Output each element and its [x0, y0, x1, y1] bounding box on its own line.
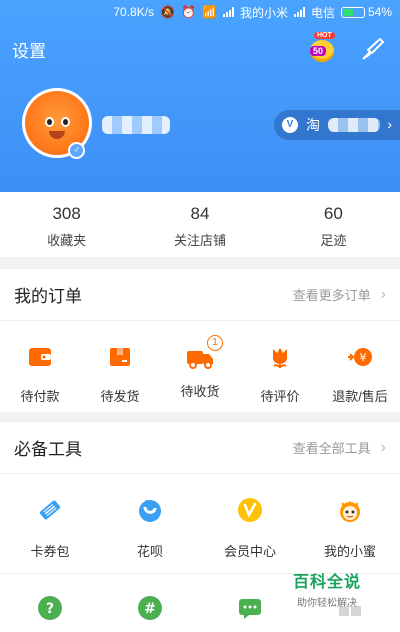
stat-value: 308: [52, 204, 81, 223]
package-icon: [110, 348, 130, 366]
orders-more-text: 查看更多订单: [292, 288, 371, 303]
watermark-subtitle: 助你轻松解决: [297, 598, 357, 609]
tool-label: 我的小蜜: [323, 544, 376, 559]
tools-row: 卡券包 花呗 会员中心 我的小蜜: [0, 474, 400, 574]
watermark-title: 百科全说: [292, 574, 361, 591]
alarm-icon: ⏰: [181, 5, 196, 19]
stat-value: 60: [323, 204, 343, 223]
stat-label: 足迹: [320, 233, 347, 248]
stat-label: 收藏夹: [47, 233, 87, 248]
svg-text:¥: ¥: [360, 351, 367, 364]
order-label: 待发货: [100, 389, 140, 404]
tool-huabei[interactable]: 花呗: [100, 474, 200, 573]
assistant-icon: [340, 501, 360, 522]
tools-more-text: 查看全部工具: [292, 441, 371, 456]
tool-topic[interactable]: #: [100, 574, 200, 632]
stat-label: 关注店铺: [173, 233, 226, 248]
wallet-icon: [29, 348, 51, 366]
receipt-count-badge: 1: [207, 335, 223, 351]
username-blurred: [102, 116, 170, 134]
order-label: 待付款: [20, 389, 60, 404]
help-icon: ?: [38, 596, 62, 620]
chevron-right-icon: ›: [380, 438, 386, 456]
net-speed: 70.8K/s: [113, 5, 155, 19]
order-status-row: 待付款 待发货 1 待收货 待评价 ¥ 退款/售后: [0, 321, 400, 409]
order-pending-receipt[interactable]: 1 待收货: [160, 321, 240, 409]
hashtag-icon: #: [138, 596, 162, 620]
tool-help[interactable]: ?: [0, 574, 100, 632]
profile-header: 70.8K/s 🔕 ⏰ 📶 我的小米 电信 54% 设置 HOT 50 ♂ V …: [0, 0, 400, 192]
battery-percent: 54%: [367, 5, 392, 19]
level-badge[interactable]: HOT 50: [308, 32, 338, 64]
chevron-right-icon: ›: [380, 285, 386, 303]
skin-brush-icon[interactable]: [360, 36, 386, 62]
tool-assistant[interactable]: 我的小蜜: [300, 474, 400, 573]
status-bar: 70.8K/s 🔕 ⏰ 📶 我的小米 电信 54%: [0, 0, 400, 24]
flower-icon: [273, 348, 287, 368]
orders-title: 我的订单: [14, 287, 82, 306]
vip-icon: [238, 498, 262, 522]
taobao-account-pill[interactable]: V 淘 ›: [274, 110, 400, 140]
telecom-name: 电信: [310, 5, 335, 20]
account-blurred: [328, 118, 380, 132]
tools-title: 必备工具: [14, 440, 82, 459]
order-pending-shipment[interactable]: 待发货: [80, 321, 160, 409]
stat-value: 84: [190, 204, 210, 223]
stat-followed-shops[interactable]: 84 关注店铺: [133, 192, 266, 257]
signal-icon: [222, 7, 234, 17]
level-number: 50: [310, 46, 327, 56]
chat-icon: [239, 599, 261, 619]
svg-text:?: ?: [46, 601, 54, 617]
order-refund-aftersale[interactable]: ¥ 退款/售后: [320, 321, 400, 409]
gender-icon: ♂: [68, 142, 85, 159]
order-pending-payment[interactable]: 待付款: [0, 321, 80, 409]
stat-footprints[interactable]: 60 足迹: [267, 192, 400, 257]
tool-label: 会员中心: [223, 544, 276, 559]
battery-icon: 54%: [340, 5, 392, 19]
chevron-right-icon: ›: [387, 116, 392, 132]
order-pending-review[interactable]: 待评价: [240, 321, 320, 409]
hot-label: HOT: [314, 32, 335, 39]
huabei-icon: [139, 500, 161, 522]
order-label: 待评价: [260, 389, 300, 404]
tools-more-link[interactable]: 查看全部工具 ›: [293, 438, 386, 457]
carrier-name: 我的小米: [239, 5, 288, 20]
ticket-icon: [39, 500, 61, 520]
tool-label: 花呗: [136, 544, 163, 559]
signal-icon-2: [293, 7, 305, 17]
stat-favorites[interactable]: 308 收藏夹: [0, 192, 133, 257]
tools-header[interactable]: 必备工具 查看全部工具 ›: [0, 422, 400, 474]
verified-icon: V: [282, 117, 298, 133]
svg-text:#: #: [144, 601, 156, 617]
stats-bar: 308 收藏夹 84 关注店铺 60 足迹: [0, 192, 400, 257]
orders-card: 我的订单 查看更多订单 › 待付款 待发货 1 待收货 待评价 ¥ 退款/售后: [0, 269, 400, 412]
tool-coupons[interactable]: 卡券包: [0, 474, 100, 573]
tool-label: 卡券包: [30, 544, 70, 559]
order-label: 待收货: [180, 384, 220, 399]
orders-more-link[interactable]: 查看更多订单 ›: [293, 285, 386, 304]
watermark: 百科全说 助你轻松解决: [284, 568, 370, 609]
taobao-prefix: 淘: [306, 117, 320, 133]
orders-header[interactable]: 我的订单 查看更多订单 ›: [0, 269, 400, 321]
wifi-icon: 📶: [201, 5, 217, 19]
tool-member-center[interactable]: 会员中心: [200, 474, 300, 573]
top-nav: 设置 HOT 50: [12, 32, 386, 64]
order-label: 退款/售后: [332, 389, 388, 404]
settings-button[interactable]: 设置: [12, 37, 46, 62]
refund-icon: ¥: [348, 348, 372, 366]
mute-icon: 🔕: [160, 5, 176, 19]
